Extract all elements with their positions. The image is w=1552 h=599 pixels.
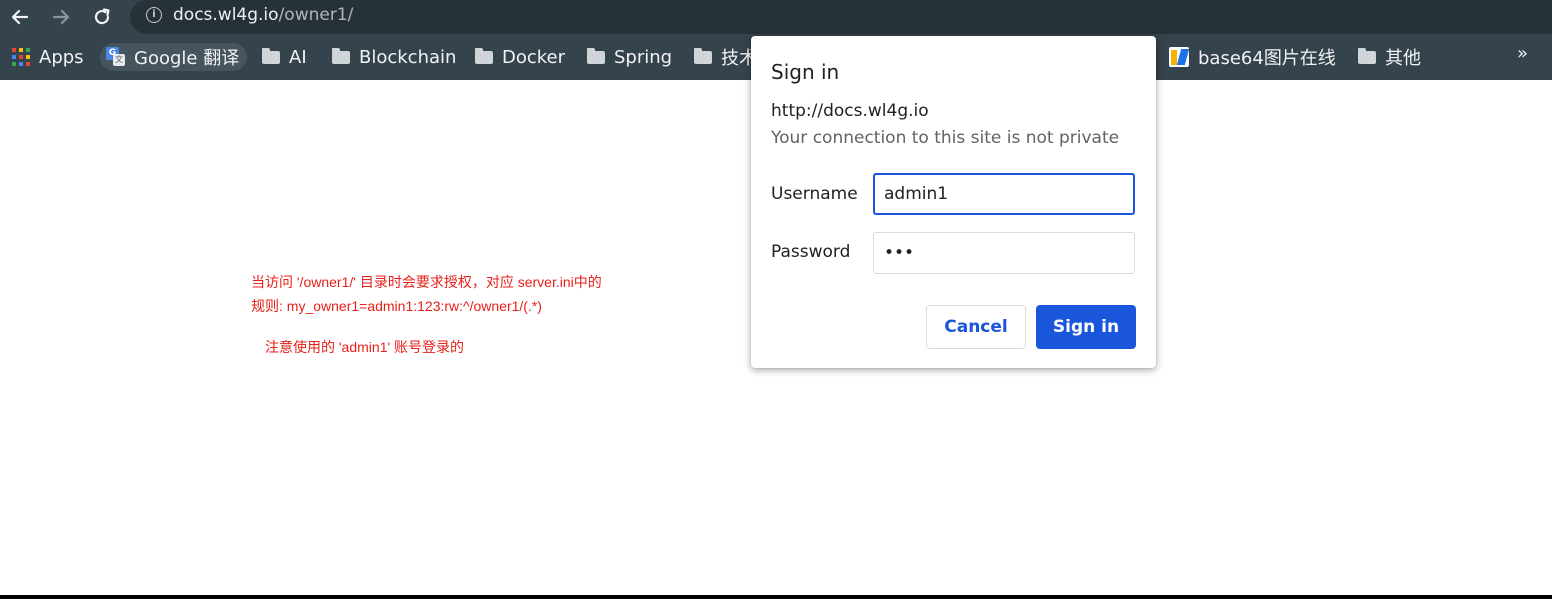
sign-in-dialog: Sign in http://docs.wl4g.io Your connect… bbox=[751, 36, 1156, 368]
bottom-border bbox=[0, 595, 1552, 599]
bookmark-folder-ai[interactable]: AI bbox=[262, 43, 307, 71]
url-host: docs.wl4g.io bbox=[173, 5, 279, 25]
username-field[interactable] bbox=[873, 173, 1135, 215]
annotation-line-3: 注意使用的 'admin1' 账号登录的 bbox=[265, 339, 465, 355]
annotation-line-2: 规则: my_owner1=admin1:123:rw:^/owner1/(.*… bbox=[251, 298, 542, 314]
base64-site-icon bbox=[1169, 47, 1189, 67]
bookmark-folder-tech[interactable]: 技术 bbox=[694, 43, 757, 71]
bookmark-label: Google 翻译 bbox=[134, 48, 240, 69]
password-label: Password bbox=[771, 242, 851, 262]
bookmark-base64[interactable]: base64图片在线 bbox=[1169, 43, 1336, 71]
folder-icon bbox=[694, 47, 712, 64]
forward-arrow-icon bbox=[52, 9, 70, 25]
annotation-line-1: 当访问 '/owner1/' 目录时会要求授权，对应 server.ini中的 bbox=[251, 274, 602, 290]
bookmark-label: 其他 bbox=[1385, 48, 1421, 69]
sign-in-button[interactable]: Sign in bbox=[1036, 305, 1136, 349]
connection-warning: Your connection to this site is not priv… bbox=[771, 128, 1120, 148]
browser-toolbar: i docs.wl4g.io/owner1/ bbox=[0, 0, 1552, 34]
folder-icon bbox=[262, 47, 280, 64]
bookmark-label: Apps bbox=[39, 46, 84, 68]
folder-icon bbox=[587, 47, 605, 64]
back-button[interactable] bbox=[6, 3, 34, 31]
folder-icon bbox=[1358, 47, 1376, 64]
back-arrow-icon bbox=[11, 9, 29, 25]
reload-icon bbox=[94, 8, 110, 25]
bookmarks-overflow-button[interactable]: » bbox=[1517, 43, 1528, 64]
google-translate-icon: G文 bbox=[106, 47, 126, 67]
bookmark-label: Blockchain bbox=[359, 46, 457, 68]
apps-grid-icon bbox=[12, 48, 30, 66]
bookmark-label: Docker bbox=[502, 46, 566, 68]
bookmark-folder-spring[interactable]: Spring bbox=[587, 43, 672, 71]
bookmark-apps[interactable]: Apps bbox=[12, 43, 84, 71]
forward-button[interactable] bbox=[47, 3, 75, 31]
bookmark-folder-blockchain[interactable]: Blockchain bbox=[332, 43, 456, 71]
bookmark-label: AI bbox=[289, 46, 307, 68]
folder-icon bbox=[332, 47, 350, 64]
url-path: /owner1/ bbox=[278, 5, 354, 25]
reload-button[interactable] bbox=[88, 3, 116, 31]
bookmark-label: Spring bbox=[614, 46, 673, 68]
bookmark-google-translate[interactable]: G文 Google 翻译 bbox=[100, 43, 248, 71]
bookmark-folder-other[interactable]: 其他 bbox=[1358, 43, 1421, 71]
dialog-origin: http://docs.wl4g.io bbox=[771, 101, 929, 121]
cancel-button[interactable]: Cancel bbox=[926, 305, 1026, 349]
password-field[interactable] bbox=[873, 232, 1135, 274]
dialog-title: Sign in bbox=[771, 60, 840, 84]
bookmark-folder-docker[interactable]: Docker bbox=[475, 43, 565, 71]
site-info-icon[interactable]: i bbox=[146, 7, 162, 23]
url-text[interactable]: docs.wl4g.io/owner1/ bbox=[173, 5, 353, 25]
folder-icon bbox=[475, 47, 493, 64]
username-label: Username bbox=[771, 184, 858, 204]
bookmark-label: base64图片在线 bbox=[1198, 48, 1336, 69]
